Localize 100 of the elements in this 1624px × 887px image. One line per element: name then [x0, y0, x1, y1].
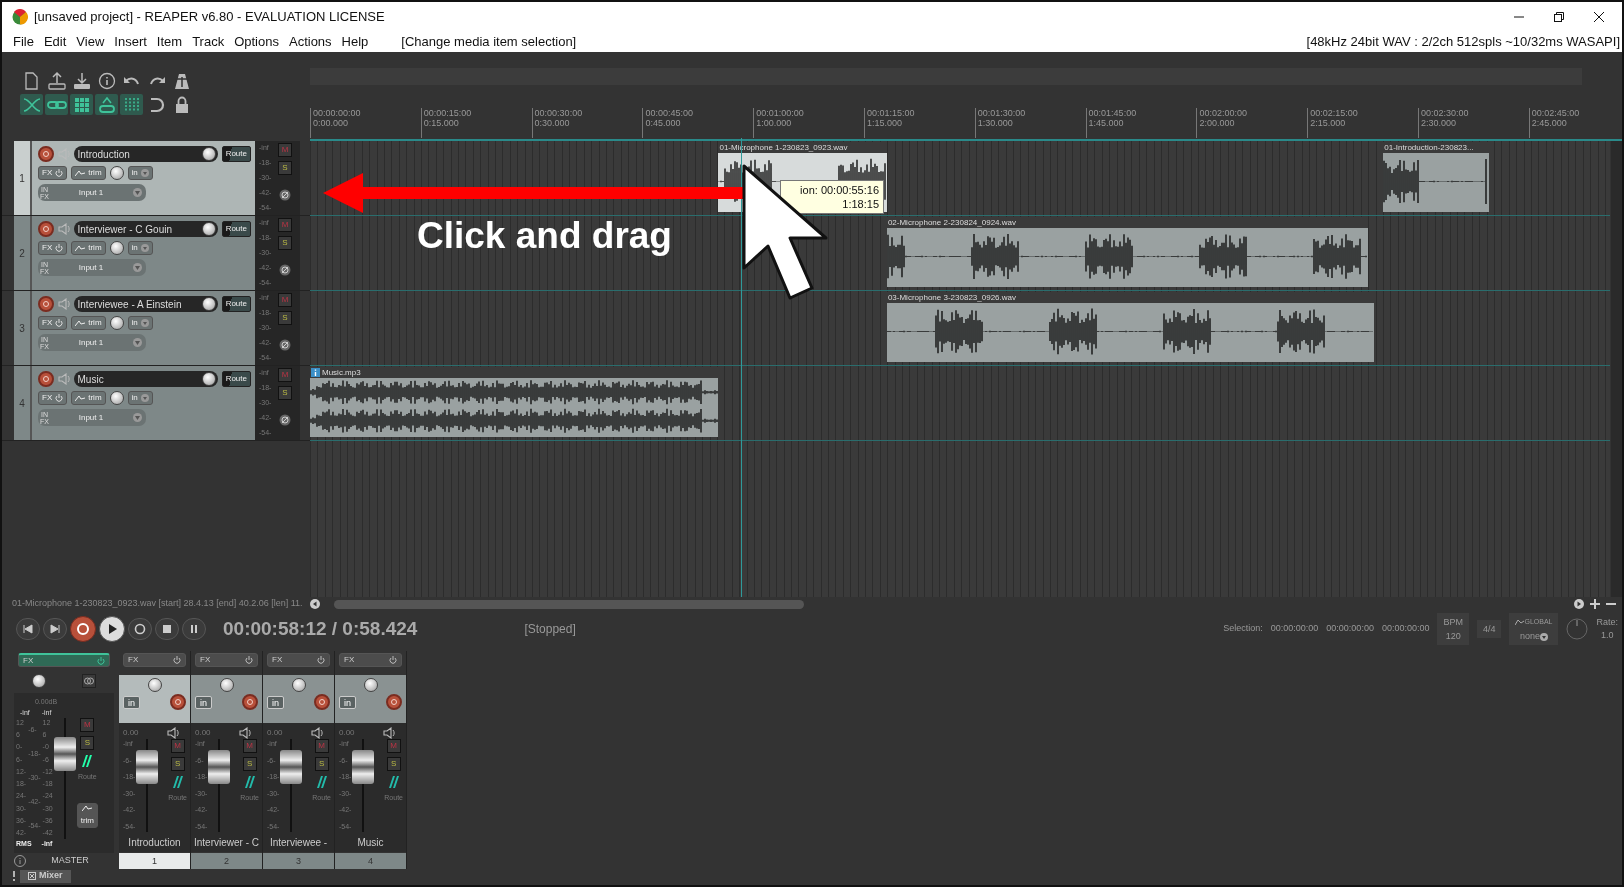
- pan-knob[interactable]: [109, 391, 124, 405]
- monitor-dropdown[interactable]: in: [123, 695, 140, 709]
- menu-item[interactable]: View: [71, 32, 110, 52]
- monitor-dropdown[interactable]: in: [127, 241, 153, 255]
- ripple-button[interactable]: [95, 94, 118, 115]
- menu-item[interactable]: Options: [229, 32, 284, 52]
- fx-button[interactable]: FX: [18, 653, 110, 667]
- repeat-button[interactable]: [128, 618, 152, 640]
- monitor-dropdown[interactable]: in: [267, 695, 284, 709]
- solo-button[interactable]: S: [80, 736, 95, 750]
- scroll-left-icon[interactable]: [310, 599, 320, 609]
- save-button[interactable]: [45, 70, 68, 91]
- close-icon[interactable]: [1594, 12, 1604, 22]
- trim-button[interactable]: trim: [76, 802, 99, 828]
- track-name-field[interactable]: Introduction: [73, 146, 218, 162]
- stop-button[interactable]: [155, 618, 179, 640]
- menu-item[interactable]: Item: [151, 32, 188, 52]
- pan-knob[interactable]: [291, 678, 306, 692]
- track-number[interactable]: 2: [191, 853, 262, 869]
- monitor-dropdown[interactable]: in: [127, 316, 153, 330]
- crossfade-button[interactable]: [20, 94, 43, 115]
- phase-icon[interactable]: [279, 414, 291, 426]
- strip-header[interactable]: in: [263, 675, 334, 723]
- route-button[interactable]: Route: [221, 146, 251, 162]
- mixer-tab[interactable]: Mixer: [20, 869, 71, 883]
- speaker-icon[interactable]: [239, 727, 251, 739]
- trim-button[interactable]: trim: [71, 241, 106, 255]
- route-icon[interactable]: [80, 754, 95, 768]
- fader-thumb[interactable]: [136, 749, 159, 784]
- zoom-in-icon[interactable]: [1590, 599, 1600, 609]
- pan-knob[interactable]: [32, 674, 46, 688]
- route-icon[interactable]: [170, 775, 185, 789]
- grouping-button[interactable]: [45, 94, 68, 115]
- solo-button[interactable]: S: [386, 757, 401, 771]
- pan-knob[interactable]: [219, 678, 234, 692]
- volume-knob[interactable]: [201, 297, 216, 311]
- record-arm-button[interactable]: [170, 694, 186, 710]
- record-button[interactable]: [70, 616, 96, 642]
- track-number[interactable]: 3: [263, 853, 334, 869]
- go-to-start-button[interactable]: [16, 618, 40, 640]
- fx-button[interactable]: FX: [38, 391, 68, 405]
- time-signature[interactable]: 4/4: [1476, 620, 1502, 638]
- speaker-icon[interactable]: [383, 727, 395, 739]
- fx-button[interactable]: FX: [339, 653, 402, 667]
- menu-item[interactable]: Actions: [283, 32, 337, 52]
- fader-thumb[interactable]: [53, 737, 76, 772]
- tempo-display[interactable]: BPM 120: [1437, 613, 1469, 645]
- trim-button[interactable]: trim: [71, 316, 106, 330]
- info-icon[interactable]: [14, 855, 26, 867]
- fx-button[interactable]: FX: [195, 653, 258, 667]
- vertical-scrollbar[interactable]: [1611, 141, 1622, 597]
- fx-button[interactable]: FX: [123, 653, 186, 667]
- monitor-dropdown[interactable]: in: [127, 166, 153, 180]
- pause-button[interactable]: [182, 618, 206, 640]
- strip-header[interactable]: in: [191, 675, 262, 723]
- track-number[interactable]: 1: [119, 853, 190, 869]
- record-arm-button[interactable]: [38, 221, 54, 237]
- trim-button[interactable]: trim: [71, 166, 106, 180]
- route-button[interactable]: Route: [221, 371, 251, 387]
- pan-knob[interactable]: [109, 166, 124, 180]
- monitor-dropdown[interactable]: in: [127, 391, 153, 405]
- strip-header[interactable]: in: [335, 675, 406, 723]
- record-arm-button[interactable]: [386, 694, 402, 710]
- track-name-field[interactable]: Interviewee - A Einstein: [73, 296, 218, 312]
- monitor-dropdown[interactable]: in: [339, 695, 356, 709]
- scroll-right-icon[interactable]: [1574, 599, 1584, 609]
- solo-button[interactable]: S: [278, 311, 292, 325]
- record-arm-button[interactable]: [38, 296, 54, 312]
- record-arm-button[interactable]: [38, 146, 54, 162]
- fader-thumb[interactable]: [208, 749, 231, 784]
- pan-knob[interactable]: [109, 316, 124, 330]
- fx-button[interactable]: FX: [38, 316, 68, 330]
- pan-knob[interactable]: [109, 241, 124, 255]
- play-button[interactable]: [99, 616, 125, 642]
- fader-thumb[interactable]: [352, 749, 375, 784]
- grid-lines-button[interactable]: [120, 94, 143, 115]
- phase-icon[interactable]: [279, 264, 291, 276]
- snap-grid-button[interactable]: [70, 94, 93, 115]
- fader-thumb[interactable]: [280, 749, 303, 784]
- menu-item[interactable]: Help: [336, 32, 374, 52]
- volume-knob[interactable]: [201, 222, 216, 236]
- speaker-icon[interactable]: [311, 727, 323, 739]
- horizontal-scrollbar[interactable]: [334, 599, 804, 609]
- solo-button[interactable]: S: [314, 757, 329, 771]
- track-number[interactable]: 4: [335, 853, 406, 869]
- record-arm-button[interactable]: [242, 694, 258, 710]
- route-icon[interactable]: [242, 775, 257, 789]
- menu-item[interactable]: Edit: [38, 32, 72, 52]
- route-icon[interactable]: [386, 775, 401, 789]
- route-button[interactable]: Route: [221, 221, 251, 237]
- fx-button[interactable]: FX: [38, 166, 68, 180]
- menu-item[interactable]: File: [8, 32, 39, 52]
- record-arm-button[interactable]: [38, 371, 54, 387]
- track-name-field[interactable]: Music: [73, 371, 218, 387]
- route-button[interactable]: Route: [221, 296, 251, 312]
- solo-button[interactable]: S: [170, 757, 185, 771]
- solo-button[interactable]: S: [242, 757, 257, 771]
- solo-button[interactable]: S: [278, 161, 292, 175]
- speaker-icon[interactable]: [167, 727, 179, 739]
- menu-item[interactable]: Track: [187, 32, 230, 52]
